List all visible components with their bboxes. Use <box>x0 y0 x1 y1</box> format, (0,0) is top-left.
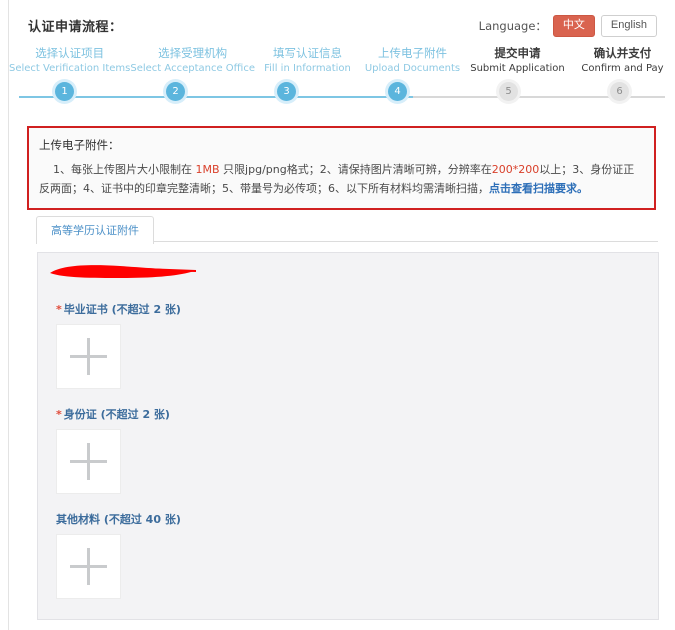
step-6-label-cn: 确认并支付 <box>593 46 652 60</box>
upload-group-id-card: * 身份证 (不超过 2 张) <box>56 406 170 494</box>
tab-higher-education-attachments[interactable]: 高等学历认证附件 <box>36 216 154 244</box>
notice-line1-part2: 只限jpg/png格式；2、请保持图片清晰可辨，分辨率在 <box>219 163 492 176</box>
language-button-english[interactable]: English <box>600 15 657 37</box>
step-4: 上传电子附件 Upload Documents <box>360 46 465 76</box>
step-5-label-cn: 提交申请 <box>494 46 541 60</box>
upload-dropzone-other-materials[interactable] <box>56 534 121 599</box>
language-label: Language： <box>478 18 547 33</box>
upload-label-other-materials-text: 其他材料 (不超过 40 张) <box>56 513 181 526</box>
step-dot-5: 5 <box>499 82 518 101</box>
step-dot-3[interactable]: 3 <box>277 82 296 101</box>
required-marker: * <box>56 408 62 421</box>
step-2: 选择受理机构 Select Acceptance Office <box>130 46 255 76</box>
required-marker: * <box>56 303 62 316</box>
notice-size-limit: 1MB <box>195 163 220 176</box>
notice-line2-part1: 完整清晰；5、带量号为必传项；6、以下所有材料均需清晰扫描， <box>167 182 489 195</box>
language-button-chinese[interactable]: 中文 <box>552 15 595 37</box>
step-4-label-en: Upload Documents <box>364 63 461 74</box>
step-6-label-en: Confirm and Pay <box>581 63 664 74</box>
step-1-label-cn: 选择认证项目 <box>35 46 105 60</box>
step-dot-2[interactable]: 2 <box>166 82 185 101</box>
step-5: 提交申请 Submit Application <box>465 46 570 76</box>
attachment-tabs: 高等学历认证附件 <box>36 216 658 244</box>
upload-dropzone-diploma[interactable] <box>56 324 121 389</box>
step-dot-4[interactable]: 4 <box>388 82 407 101</box>
stepper-labels: 选择认证项目 Select Verification Items 选择受理机构 Se… <box>9 46 675 76</box>
stepper-dots: 1 2 3 4 5 6 <box>9 82 675 101</box>
step-1-label-en: Select Verification Items <box>9 63 131 74</box>
notice-line1-part1: 1、每张上传图片大小限制在 <box>53 163 196 176</box>
language-switcher: Language： 中文 English <box>479 15 657 37</box>
step-3: 填写认证信息 Fill in Information <box>255 46 360 76</box>
page-container: 认证申请流程： Language： 中文 English 选择认证项目 Selec… <box>9 0 675 630</box>
step-dot-6: 6 <box>610 82 629 101</box>
step-3-label-en: Fill in Information <box>264 63 351 74</box>
step-4-label-cn: 上传电子附件 <box>377 46 447 60</box>
notice-body: 1、每张上传图片大小限制在 1MB 只限jpg/png格式；2、请保持图片清晰可… <box>39 160 644 198</box>
page-title: 认证申请流程： <box>28 20 123 35</box>
step-2-label-en: Select Acceptance Office <box>130 63 255 74</box>
upload-label-diploma-text: 毕业证书 (不超过 2 张) <box>63 303 181 316</box>
upload-group-diploma: * 毕业证书 (不超过 2 张) <box>56 301 181 389</box>
page-header: 认证申请流程： Language： 中文 English <box>9 0 675 44</box>
notice-resolution: 200*200 <box>491 163 540 176</box>
upload-label-id-card: * 身份证 (不超过 2 张) <box>56 406 170 422</box>
step-6: 确认并支付 Confirm and Pay <box>570 46 675 76</box>
upload-group-other-materials: 其他材料 (不超过 40 张) <box>56 511 181 599</box>
step-1: 选择认证项目 Select Verification Items <box>9 46 130 76</box>
upload-dropzone-id-card[interactable] <box>56 429 121 494</box>
progress-stepper: 选择认证项目 Select Verification Items 选择受理机构 Se… <box>9 46 675 114</box>
scan-requirements-link[interactable]: 点击查看扫描要求。 <box>489 182 588 195</box>
step-5-label-en: Submit Application <box>470 63 565 74</box>
redaction-mark-icon <box>50 265 196 278</box>
upload-label-other-materials: 其他材料 (不超过 40 张) <box>56 511 181 527</box>
notice-title: 上传电子附件： <box>39 138 120 152</box>
step-2-label-cn: 选择受理机构 <box>158 46 228 60</box>
attachment-panel: * 毕业证书 (不超过 2 张) * 身份证 (不超过 2 张) 其他材料 (不超过… <box>37 252 659 620</box>
upload-notice-box: 上传电子附件： 1、每张上传图片大小限制在 1MB 只限jpg/png格式；2、… <box>27 126 656 210</box>
step-dot-1[interactable]: 1 <box>55 82 74 101</box>
upload-label-diploma: * 毕业证书 (不超过 2 张) <box>56 301 181 317</box>
upload-label-id-card-text: 身份证 (不超过 2 张) <box>63 408 170 421</box>
step-3-label-cn: 填写认证信息 <box>272 46 342 60</box>
